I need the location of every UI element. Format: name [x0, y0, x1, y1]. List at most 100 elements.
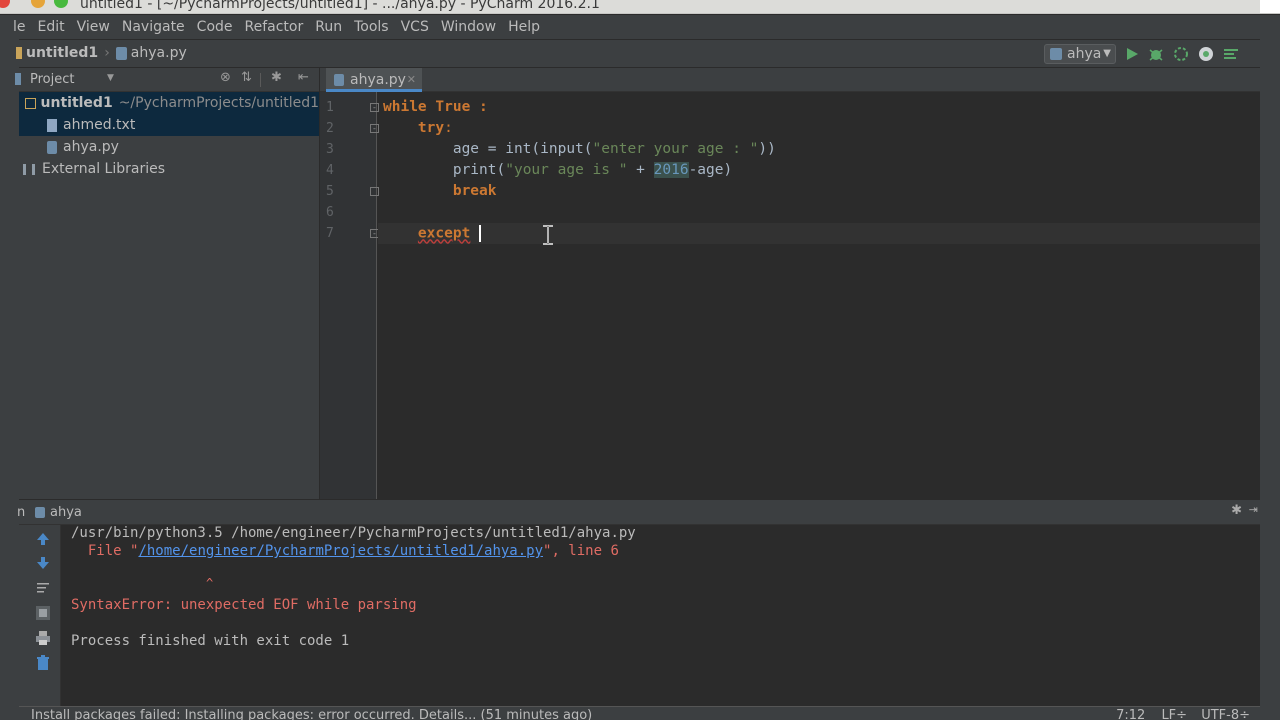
code-line-2: try:: [383, 120, 453, 136]
menu-code[interactable]: Code: [191, 19, 239, 35]
right-tool-strip: [1260, 15, 1280, 720]
menu-run[interactable]: Run: [309, 19, 348, 35]
breadcrumb: untitled1 › ahya.py: [16, 45, 187, 61]
keyword-with-error: except: [417, 225, 471, 242]
keyword: True: [435, 99, 471, 115]
hide-panel-icon[interactable]: ⇤: [298, 70, 309, 85]
print-icon[interactable]: [35, 630, 51, 646]
close-window-button[interactable]: [0, 0, 10, 8]
fold-marker-icon[interactable]: -: [370, 124, 379, 133]
keyword: break: [452, 183, 497, 199]
menu-edit[interactable]: Edit: [32, 19, 71, 35]
code-text: )): [758, 141, 776, 157]
python-config-icon: [1050, 48, 1062, 60]
code-text: age = int(input(: [452, 141, 593, 157]
file-label: ahmed.txt: [63, 117, 136, 133]
library-icon: [23, 163, 35, 175]
code-text: +: [627, 162, 654, 178]
string-literal: "enter your age : ": [592, 141, 759, 157]
menu-window[interactable]: Window: [435, 19, 502, 35]
menu-file[interactable]: le: [13, 19, 32, 35]
project-view-icon: [15, 73, 21, 85]
project-view-select[interactable]: Project: [30, 72, 74, 87]
run-tab-prefix: n: [17, 505, 26, 520]
breadcrumb-project[interactable]: untitled1: [26, 45, 98, 61]
scroll-to-end-icon[interactable]: [35, 605, 51, 621]
menu-vcs[interactable]: VCS: [395, 19, 435, 35]
folder-icon: [16, 47, 22, 59]
root-folder-label: untitled1: [40, 95, 113, 111]
keyword: while: [383, 99, 427, 115]
menu-help[interactable]: Help: [502, 19, 546, 35]
line-number: 4: [326, 163, 334, 178]
caret-position[interactable]: 7:12: [1116, 708, 1145, 720]
line-number: 3: [326, 142, 334, 157]
line-number: 2: [326, 121, 334, 136]
code-text: print(: [452, 162, 506, 178]
run-panel-toolbar: [19, 525, 61, 706]
breadcrumb-file[interactable]: ahya.py: [131, 45, 187, 61]
close-icon[interactable]: ✕: [407, 68, 416, 92]
traceback-file-link[interactable]: /home/engineer/PycharmProjects/untitled1…: [138, 543, 543, 559]
code-editor[interactable]: ahya.py ✕ 1 2 3 4 5 6 7 - - - while True…: [320, 68, 1260, 499]
menu-view[interactable]: View: [71, 19, 116, 35]
line-number: 7: [326, 226, 334, 241]
code-line-7: except: [383, 225, 482, 242]
status-message[interactable]: Install packages failed: Installing pack…: [31, 708, 592, 720]
coverage-icon[interactable]: [1173, 46, 1189, 62]
project-panel-header: Project ▼ ⊗ ⇅ ✱ ⇤: [15, 68, 319, 92]
fold-marker-icon[interactable]: -: [370, 103, 379, 112]
run-tool-window: n ahya ✱ ⇥ /usr/bin/python3.5 /home/engi…: [17, 500, 1260, 706]
maximize-window-button[interactable]: [54, 0, 68, 8]
number-literal: 2016: [653, 162, 689, 178]
gear-icon[interactable]: ✱: [1231, 503, 1242, 518]
fold-marker-icon[interactable]: [370, 187, 379, 196]
tree-item-external-libraries[interactable]: External Libraries: [19, 158, 319, 180]
code-line-5: break: [383, 183, 497, 199]
tab-ahya-py[interactable]: ahya.py ✕: [326, 68, 422, 92]
menu-bar: le Edit View Navigate Code Refactor Run …: [13, 15, 1260, 39]
line-number: 1: [326, 100, 334, 115]
breadcrumb-separator: ›: [104, 45, 110, 61]
line-gutter: 1 2 3 4 5 6 7 - - -: [320, 92, 379, 499]
debug-icon[interactable]: [1148, 46, 1164, 62]
editor-tab-bar: ahya.py ✕: [320, 68, 1260, 92]
run-configuration-select[interactable]: ahya ▼: [1044, 44, 1116, 64]
toolbar-divider: [260, 73, 261, 87]
menu-tools[interactable]: Tools: [348, 19, 395, 35]
soft-wrap-icon[interactable]: [35, 580, 51, 596]
run-icon[interactable]: [1124, 46, 1140, 62]
chevron-down-icon: ▼: [1103, 48, 1111, 59]
sync-icon[interactable]: ⊗: [220, 70, 231, 85]
collapse-all-icon[interactable]: ⇅: [241, 70, 252, 85]
minimize-window-button[interactable]: [31, 0, 45, 8]
menu-navigate[interactable]: Navigate: [116, 19, 191, 35]
titlebar-right-area: [1260, 0, 1280, 13]
concurrency-icon[interactable]: [1223, 46, 1239, 62]
hide-icon[interactable]: ⇥: [1249, 503, 1258, 516]
profile-icon[interactable]: [1198, 46, 1214, 62]
run-tab-label[interactable]: ahya: [50, 505, 82, 520]
window-title: untitled1 - [~/PycharmProjects/untitled1…: [80, 0, 600, 12]
code-line-4: print("your age is " + 2016-age): [383, 162, 732, 178]
string-literal: "your age is ": [505, 162, 628, 178]
code-line-3: age = int(input("enter your age : ")): [383, 141, 776, 157]
trash-icon[interactable]: [35, 655, 51, 671]
console-error-message: SyntaxError: unexpected EOF while parsin…: [71, 597, 417, 613]
line-number: 6: [326, 205, 334, 220]
arrow-up-icon[interactable]: [35, 531, 51, 547]
tree-item-ahya-py[interactable]: ahya.py: [19, 136, 319, 158]
tree-item-ahmed-txt[interactable]: ahmed.txt: [19, 114, 319, 136]
console-exit-message: Process finished with exit code 1: [71, 633, 350, 649]
file-encoding[interactable]: UTF-8÷: [1201, 708, 1250, 720]
console-error-caret: ^: [206, 576, 214, 590]
line-separator[interactable]: LF÷: [1161, 708, 1187, 720]
menu-refactor[interactable]: Refactor: [239, 19, 310, 35]
tree-item-root[interactable]: untitled1 ~/PycharmProjects/untitled1: [19, 92, 319, 114]
python-file-icon: [47, 140, 57, 154]
gear-icon[interactable]: ✱: [271, 70, 282, 85]
python-file-icon: [115, 46, 127, 60]
project-panel: Project ▼ ⊗ ⇅ ✱ ⇤ untitled1 ~/PycharmPro…: [15, 68, 320, 499]
python-file-icon: [35, 507, 45, 518]
arrow-down-icon[interactable]: [35, 555, 51, 571]
